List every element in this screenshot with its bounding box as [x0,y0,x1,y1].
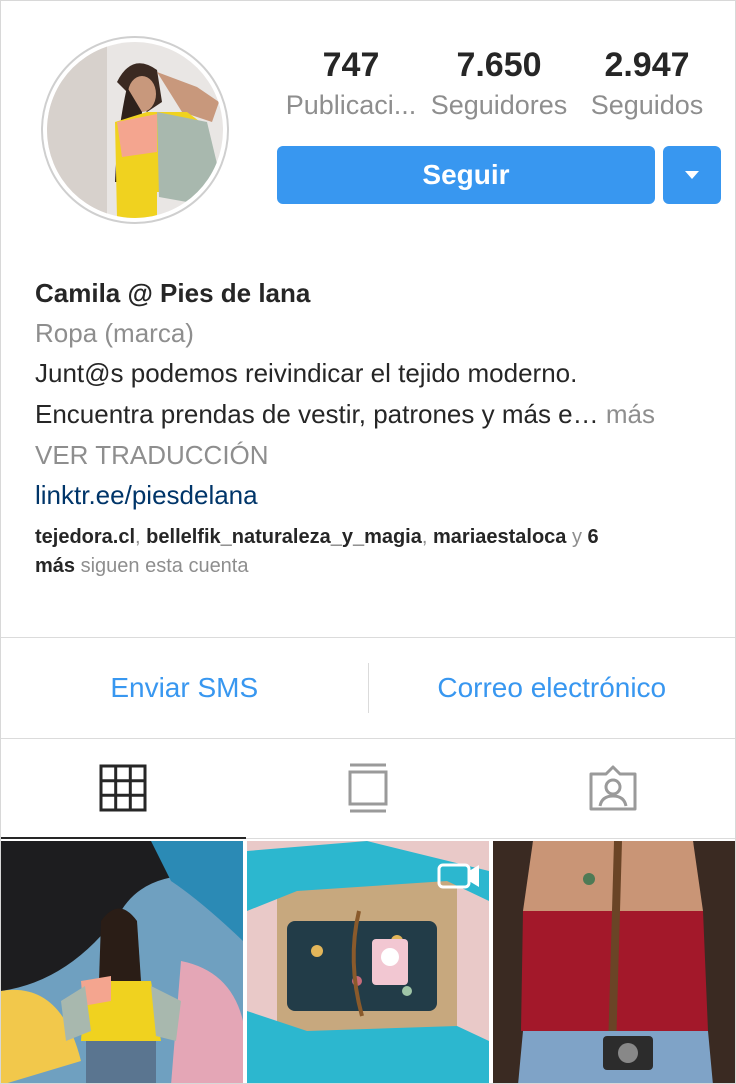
followed-by-text[interactable]: tejedora.cl, bellelfik_naturaleza_y_magi… [35,523,725,581]
see-translation-link[interactable]: VER TRADUCCIÓN [35,435,725,475]
profile-screen: 747 Publicaci... 7.650 Seguidores 2.947 … [0,0,736,1084]
stat-followers-number: 7.650 [456,46,542,84]
post-thumbnail[interactable] [493,841,735,1083]
stat-posts-label: Publicaci... [285,90,417,120]
stat-posts[interactable]: 747 Publicaci... [277,45,425,125]
bio-text-line-1: Junt@s podemos reivindicar el tejido mod… [35,358,578,388]
bio-text-truncated: Encuentra prendas de vestir, patrones y … [35,399,599,429]
stat-following-label: Seguidos [590,90,704,120]
profile-bio: Camila @ Pies de lana Ropa (marca) Junt@… [35,273,725,581]
post-thumbnail[interactable] [1,841,243,1083]
caret-down-icon [685,171,699,179]
tab-feed[interactable] [246,738,491,838]
followed-by-suffix: siguen esta cuenta [75,555,249,577]
followers-more-label[interactable]: más [35,555,75,577]
follower-user-1[interactable]: tejedora.cl [35,526,135,548]
followers-more-count[interactable]: 6 [588,526,599,548]
profile-category: Ropa (marca) [35,318,194,348]
profile-website-link[interactable]: linktr.ee/piesdelana [35,475,725,515]
avatar[interactable] [41,36,229,224]
posts-grid [1,841,735,1083]
email-button[interactable]: Correo electrónico [369,672,736,704]
feed-icon [348,763,388,813]
send-sms-button[interactable]: Enviar SMS [1,672,368,704]
avatar-photo [47,42,223,218]
stat-following[interactable]: 2.947 Seguidos [573,45,721,125]
bio-more-link[interactable]: más [599,399,655,429]
stat-followers-label: Seguidores [430,90,568,120]
profile-stats: 747 Publicaci... 7.650 Seguidores 2.947 … [277,45,721,125]
follower-user-2[interactable]: bellelfik_naturaleza_y_magia [146,526,422,548]
tab-grid[interactable] [1,738,246,839]
profile-name: Camila @ Pies de lana [35,278,311,308]
tab-tagged[interactable] [490,738,735,838]
grid-icon [99,764,147,812]
stat-following-number: 2.947 [604,46,690,84]
and-text: y [566,526,588,548]
post-thumbnail[interactable] [247,841,489,1083]
bio-text-line-2: Encuentra prendas de vestir, patrones y … [35,394,725,435]
contact-bar: Enviar SMS Correo electrónico [1,637,735,739]
follower-user-3[interactable]: mariaestaloca [433,526,566,548]
stat-followers[interactable]: 7.650 Seguidores [425,45,573,125]
separator: , [135,526,147,548]
separator: , [421,526,433,548]
follow-button[interactable]: Seguir [277,146,655,204]
suggestions-dropdown-button[interactable] [663,146,721,204]
stat-posts-number: 747 [322,46,380,84]
profile-tabs [1,738,735,839]
tagged-icon [589,765,637,811]
